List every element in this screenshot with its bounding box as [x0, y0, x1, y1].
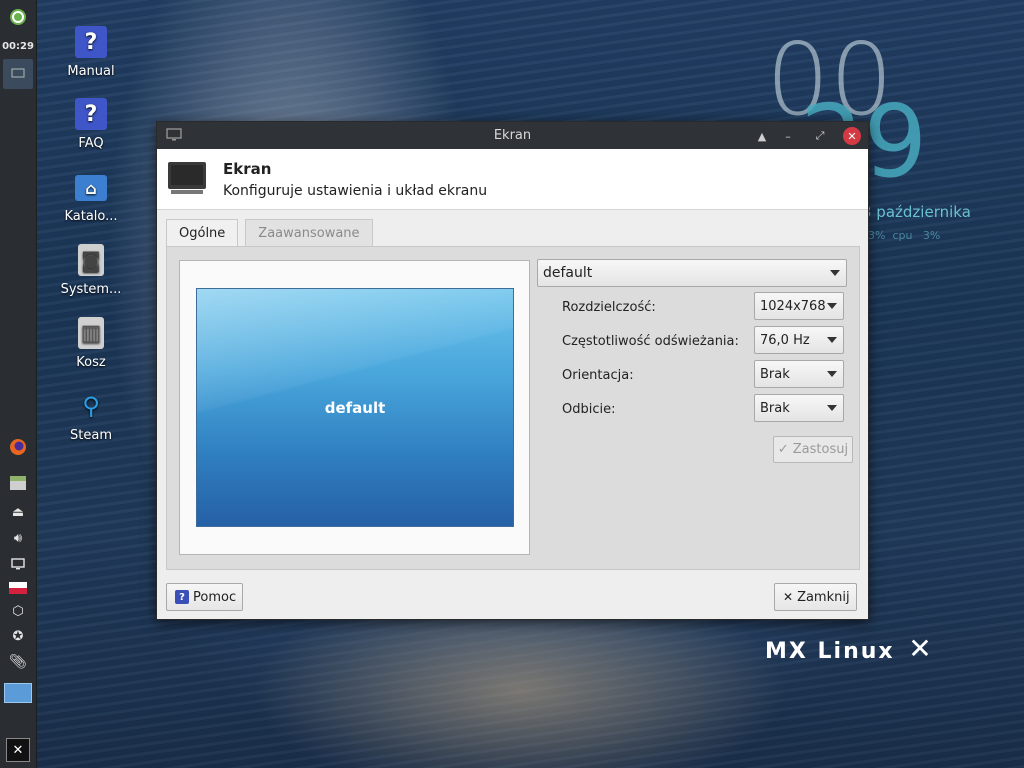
- close-button[interactable]: ✕ Zamknij: [774, 583, 857, 611]
- conky-date: 3 października: [862, 203, 971, 221]
- maximize-button[interactable]: ⤢: [811, 127, 829, 145]
- reflection-select[interactable]: Brak: [754, 394, 844, 422]
- updater-icon[interactable]: [0, 6, 36, 28]
- chevron-down-icon: [827, 337, 837, 343]
- desktop-icon-label: Katalo...: [64, 209, 118, 224]
- reflection-value: Brak: [760, 400, 790, 416]
- desktop-icon-home-folder[interactable]: ⌂ Katalo...: [46, 171, 136, 224]
- close-button-label: Zamknij: [797, 589, 850, 605]
- chevron-down-icon: [827, 371, 837, 377]
- display-preview-label: default: [324, 398, 386, 417]
- refresh-rate-select[interactable]: 76,0 Hz: [754, 326, 844, 354]
- steam-icon: ⚲: [82, 392, 100, 420]
- desktop-icon-trash[interactable]: ▥ Kosz: [46, 317, 136, 370]
- window-titlebar[interactable]: Ekran ▲ – ⤢ ✕: [157, 122, 868, 149]
- orientation-select[interactable]: Brak: [754, 360, 844, 388]
- refresh-rate-value: 76,0 Hz: [760, 332, 810, 348]
- chevron-down-icon: [827, 405, 837, 411]
- reflection-label: Odbicie:: [562, 402, 616, 417]
- desktop-icon-label: System...: [60, 282, 122, 297]
- help-icon: ?: [75, 26, 107, 58]
- display-preview-area: default: [179, 260, 530, 555]
- apply-button-label: Zastosuj: [792, 442, 849, 457]
- help-button-label: Pomoc: [193, 589, 237, 605]
- clipboard-icon[interactable]: 📎︎: [0, 652, 36, 672]
- apply-button[interactable]: ✓ Zastosuj: [773, 436, 853, 463]
- tab-advanced[interactable]: Zaawansowane: [245, 219, 373, 247]
- taskbar-window-button[interactable]: [0, 58, 36, 90]
- desktop-icon-system[interactable]: ◙ System...: [46, 244, 136, 297]
- help-button[interactable]: ? Pomoc: [166, 583, 244, 611]
- desktop-icon-label: Manual: [67, 64, 115, 79]
- workspace-switcher[interactable]: [0, 681, 36, 705]
- monitor-icon: [167, 161, 207, 195]
- chevron-down-icon: [827, 303, 837, 309]
- volume-icon[interactable]: 🔊︎: [0, 528, 36, 548]
- display-icon[interactable]: [0, 554, 36, 574]
- panel-clock[interactable]: 00:29: [0, 38, 36, 54]
- desktop-icon-faq[interactable]: ? FAQ: [46, 98, 136, 151]
- mx-linux-x-icon: ✕: [908, 632, 934, 665]
- header-title: Ekran: [223, 160, 272, 178]
- tab-bar: Ogólne Zaawansowane: [166, 219, 380, 247]
- tab-content-general: default default Rozdzielczość: 1024x768 …: [166, 246, 860, 570]
- network-icon[interactable]: ✪: [0, 626, 36, 646]
- display-settings-window: Ekran ▲ – ⤢ ✕ Ekran Konfiguruje ustawien…: [156, 121, 869, 620]
- keyboard-layout-flag-icon[interactable]: [0, 579, 36, 597]
- desktop-icon-label: FAQ: [78, 136, 104, 151]
- refresh-rate-label: Częstotliwość odświeżania:: [562, 334, 739, 349]
- file-manager-icon[interactable]: [0, 472, 36, 494]
- left-panel: 00:29 ⏏ 🔊︎ ⬡ ✪ 📎︎ ✕: [0, 0, 37, 768]
- hard-drive-icon: ◙: [78, 244, 104, 276]
- shade-button[interactable]: ▲: [753, 127, 771, 145]
- eject-icon[interactable]: ⏏: [0, 502, 36, 522]
- home-folder-icon: ⌂: [75, 175, 107, 201]
- close-window-button[interactable]: ✕: [843, 127, 861, 145]
- firefox-icon[interactable]: [0, 436, 36, 458]
- desktop-icon-label: Kosz: [76, 355, 106, 370]
- package-icon[interactable]: ⬡: [0, 601, 36, 621]
- resolution-select[interactable]: 1024x768: [754, 292, 844, 320]
- trash-icon: ▥: [78, 317, 104, 349]
- mx-linux-logo-text: MX Linux: [765, 639, 895, 664]
- header-subtitle: Konfiguruje ustawienia i układ ekranu: [223, 183, 488, 199]
- display-preview-screen[interactable]: default: [196, 288, 514, 527]
- help-icon: ?: [75, 98, 107, 130]
- display-select[interactable]: default: [537, 259, 847, 287]
- resolution-value: 1024x768: [760, 298, 826, 314]
- desktop-icon-label: Steam: [70, 428, 112, 443]
- mx-menu-icon[interactable]: ✕: [0, 738, 36, 762]
- mx-linux-logo: MX Linux ✕: [765, 632, 934, 665]
- display-select-value: default: [543, 265, 593, 281]
- help-icon: ?: [175, 590, 189, 604]
- conky-stats: 3% cpu 3%: [868, 229, 941, 242]
- orientation-label: Orientacja:: [562, 368, 634, 383]
- dialog-header: Ekran Konfiguruje ustawienia i układ ekr…: [157, 149, 868, 210]
- orientation-value: Brak: [760, 366, 790, 382]
- resolution-label: Rozdzielczość:: [562, 300, 656, 315]
- minimize-button[interactable]: –: [779, 127, 797, 145]
- desktop-icon-steam[interactable]: ⚲ Steam: [46, 390, 136, 443]
- checkmark-icon: ✓: [777, 442, 789, 457]
- desktop-icon-manual[interactable]: ? Manual: [46, 26, 136, 79]
- tab-general[interactable]: Ogólne: [166, 219, 239, 247]
- close-icon: ✕: [783, 590, 794, 604]
- chevron-down-icon: [830, 270, 840, 276]
